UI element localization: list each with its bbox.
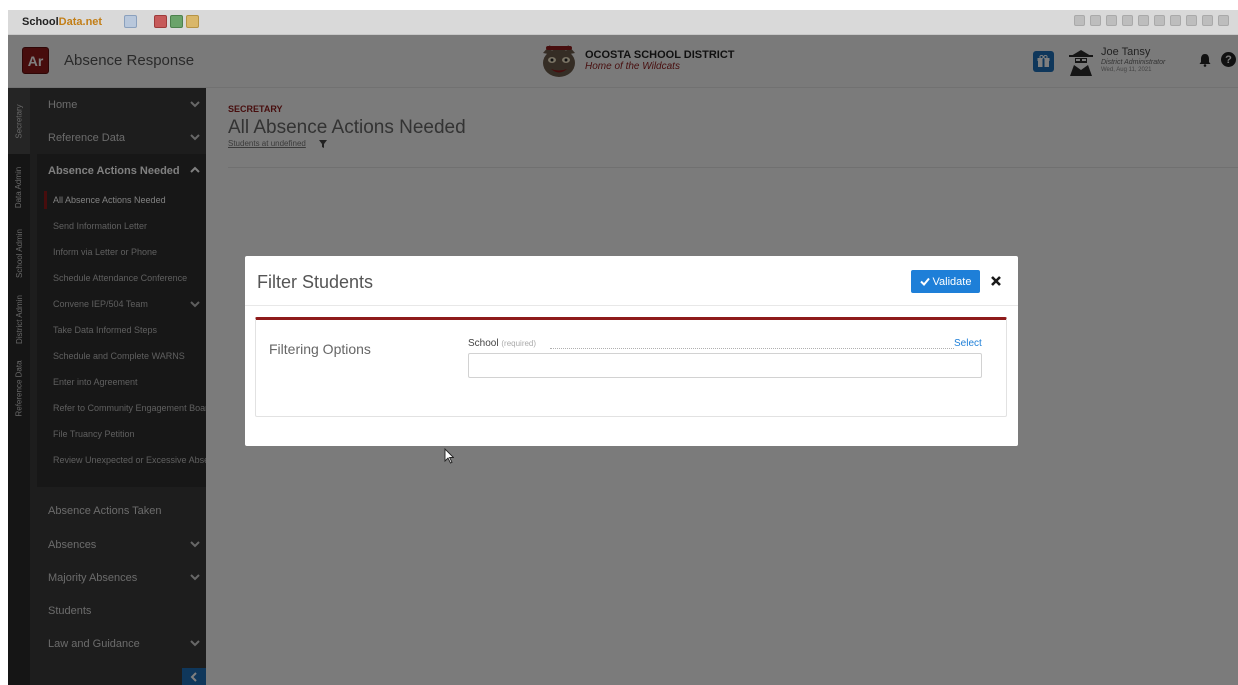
- panel-label: Filtering Options: [269, 341, 371, 357]
- toolbar-icon[interactable]: [1074, 15, 1085, 26]
- validate-label: Validate: [932, 275, 972, 288]
- mouse-cursor-icon: [444, 448, 454, 464]
- module-icon[interactable]: [170, 15, 183, 28]
- toolbar-icon[interactable]: [1218, 15, 1229, 26]
- module-icon[interactable]: [186, 15, 199, 28]
- top-toolbar: SchoolData.net: [8, 10, 1238, 35]
- schooldata-logo[interactable]: SchoolData.net: [22, 16, 102, 28]
- school-input[interactable]: [468, 353, 982, 378]
- toolbar-icon[interactable]: [1186, 15, 1197, 26]
- logo-accent-text: Data.net: [58, 16, 103, 28]
- toolbar-icon[interactable]: [1138, 15, 1149, 26]
- close-icon[interactable]: [989, 274, 1003, 288]
- dotted-leader: [550, 348, 954, 349]
- toolbar-icon[interactable]: [1106, 15, 1117, 26]
- module-icon[interactable]: [154, 15, 167, 28]
- logo-main-text: School: [22, 16, 59, 28]
- required-hint: (required): [501, 339, 537, 348]
- toolbar-icon[interactable]: [1202, 15, 1213, 26]
- filter-students-modal: Filter Students Validate Filtering Optio…: [245, 256, 1018, 464]
- school-select-link[interactable]: Select: [954, 338, 982, 349]
- toolbar-icon[interactable]: [1154, 15, 1165, 26]
- toolbar-icon[interactable]: [1170, 15, 1181, 26]
- validate-button[interactable]: Validate: [911, 270, 980, 293]
- divider: [245, 305, 1018, 306]
- module-icon[interactable]: [124, 15, 137, 28]
- check-icon: [919, 277, 930, 286]
- school-field-label: School (required): [468, 338, 536, 349]
- modal-title: Filter Students: [257, 272, 374, 292]
- school-label-text: School: [468, 338, 499, 349]
- filtering-options-panel: Filtering Options School (required) Sele…: [255, 317, 1007, 464]
- toolbar-icon[interactable]: [1122, 15, 1133, 26]
- toolbar-icon[interactable]: [1090, 15, 1101, 26]
